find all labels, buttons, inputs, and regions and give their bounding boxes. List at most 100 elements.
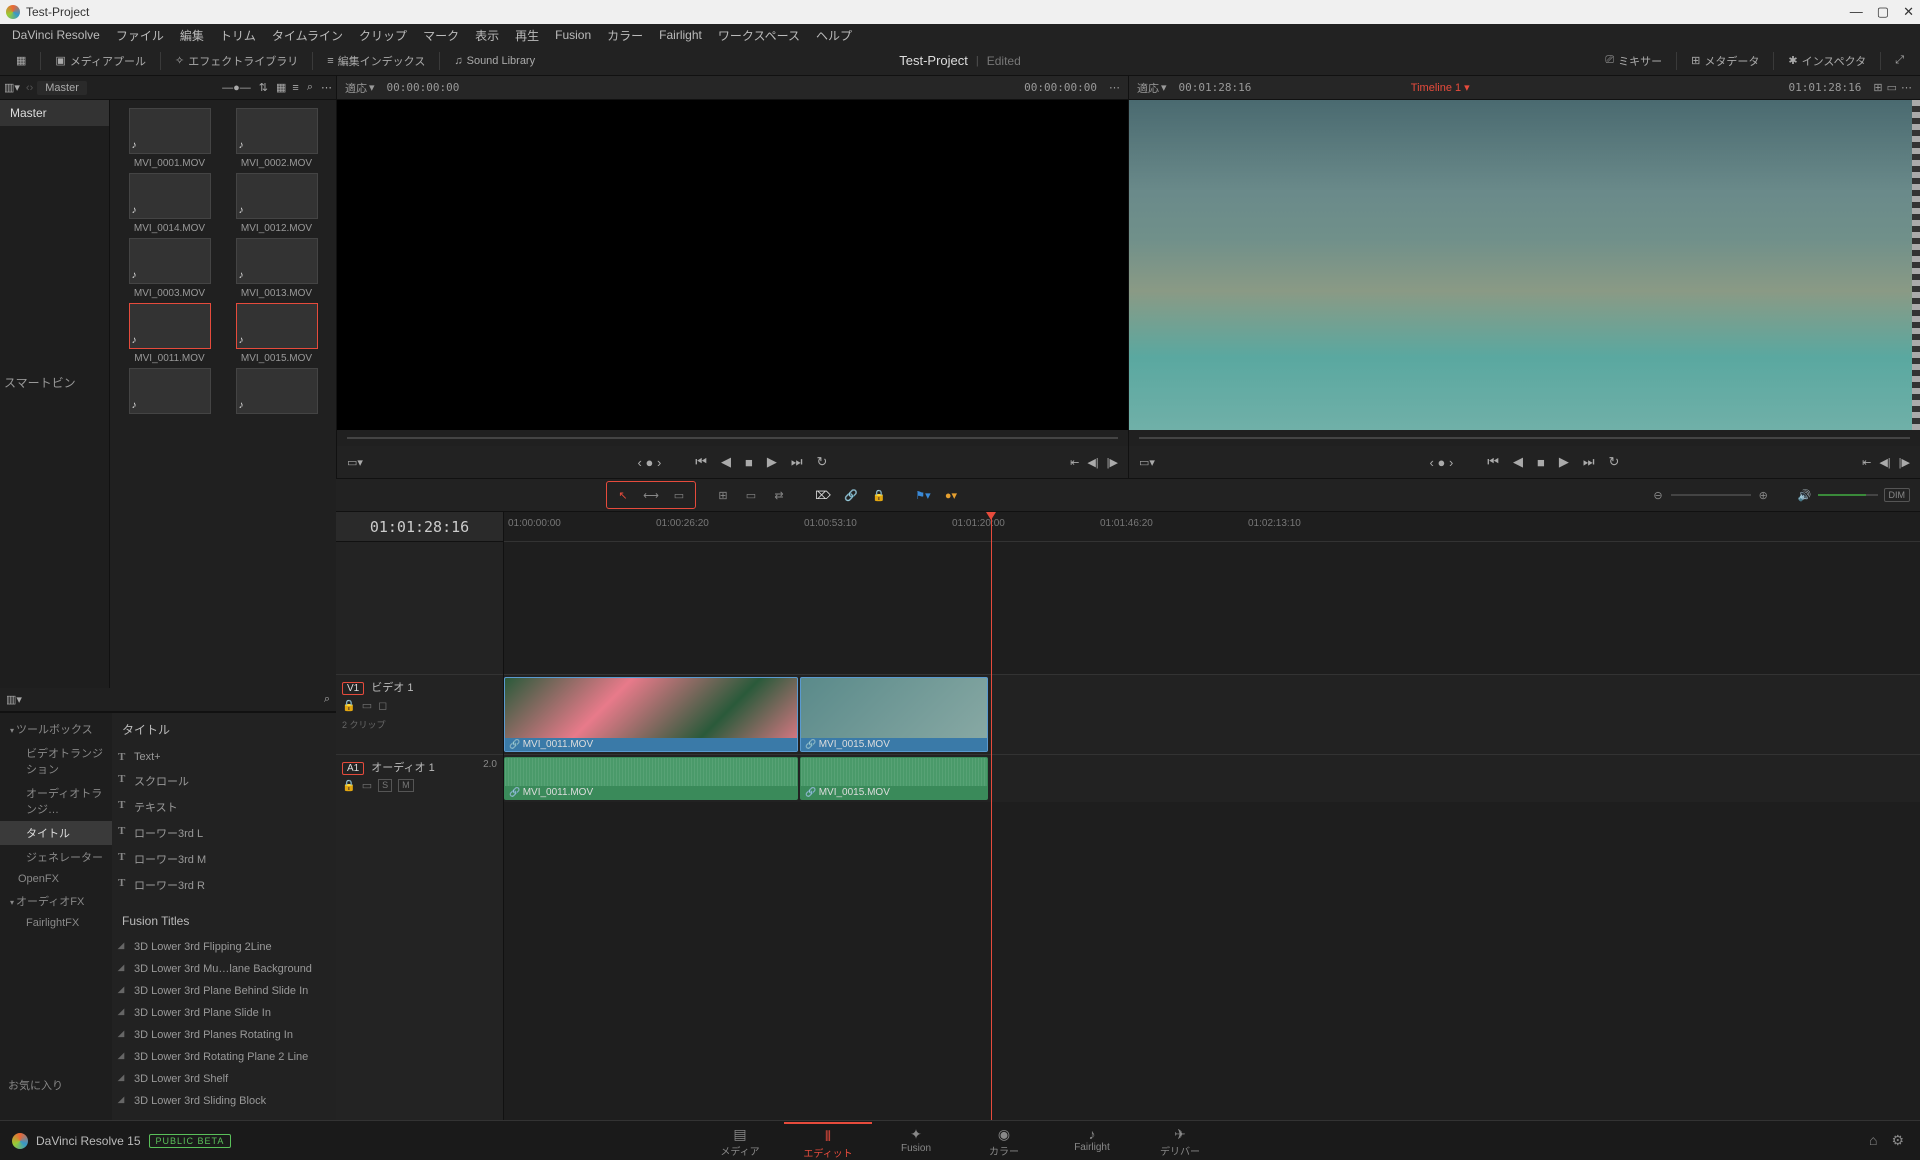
v1-track[interactable]: MVI_0011.MOVMVI_0015.MOV <box>504 674 1920 754</box>
menu-マーク[interactable]: マーク <box>417 25 465 46</box>
a1-track[interactable]: MVI_0011.MOVMVI_0015.MOV <box>504 754 1920 802</box>
timeline-ruler[interactable]: 01:00:00:0001:00:26:2001:00:53:1001:01:2… <box>504 512 1920 542</box>
efftree-toolbox[interactable]: ツールボックス <box>0 717 112 741</box>
clip-item[interactable]: ♪MVI_0001.MOV <box>118 108 221 169</box>
tl-scopes-icon[interactable]: ⊞ <box>1873 81 1882 94</box>
fusion-title-item[interactable]: 3D Lower 3rd Plane Behind Slide In <box>112 980 336 1002</box>
sort-icon[interactable]: ⇅ <box>259 81 268 94</box>
clip-item[interactable]: ♪MVI_0012.MOV <box>225 173 328 234</box>
clip-item[interactable]: ♪MVI_0002.MOV <box>225 108 328 169</box>
page-color[interactable]: ◉カラー <box>960 1122 1048 1160</box>
timeline-scrubber[interactable] <box>1129 430 1920 446</box>
zoom-out-icon[interactable]: ⊖ <box>1653 489 1662 502</box>
tl-stop-icon[interactable]: ■ <box>1537 455 1545 470</box>
video-clip[interactable]: MVI_0015.MOV <box>800 677 988 752</box>
source-screen[interactable] <box>337 100 1128 430</box>
list-view-icon[interactable]: ≡ <box>292 82 298 94</box>
tl-matchframe-icon[interactable]: ▭▾ <box>1139 456 1155 469</box>
bin-name[interactable]: Master <box>37 81 87 95</box>
blade-tool[interactable]: ▭ <box>665 484 693 506</box>
page-edit[interactable]: ⦀エディット <box>784 1122 872 1160</box>
src-fit[interactable]: 適応 <box>345 80 367 96</box>
audio-clip[interactable]: MVI_0015.MOV <box>800 757 988 800</box>
menu-ワークスペース[interactable]: ワークスペース <box>712 25 806 46</box>
selection-tool[interactable]: ↖ <box>609 484 637 506</box>
fusion-title-item[interactable]: 3D Lower 3rd Shelf <box>112 1068 336 1090</box>
clip-item[interactable]: ♪ <box>118 368 221 418</box>
expand-button[interactable]: ⤢ <box>1887 50 1912 71</box>
layout-button[interactable]: ▦ <box>8 50 34 71</box>
snap-icon[interactable]: ⌦ <box>809 484 837 506</box>
replace-icon[interactable]: ⇄ <box>765 484 793 506</box>
source-scrubber[interactable] <box>337 430 1128 446</box>
trim-tool[interactable]: ⟷ <box>637 484 665 506</box>
search-icon[interactable]: ⌕ <box>307 81 313 94</box>
effectlib-button[interactable]: ✧ エフェクトライブラリ <box>167 49 306 73</box>
fusion-title-item[interactable]: 3D Lower 3rd Flipping 2Line <box>112 936 336 958</box>
menu-タイムライン[interactable]: タイムライン <box>266 25 349 46</box>
insert-icon[interactable]: ⊞ <box>709 484 737 506</box>
menu-カラー[interactable]: カラー <box>601 25 649 46</box>
minimize-button[interactable]: — <box>1850 4 1863 20</box>
page-media[interactable]: ▤メディア <box>696 1122 784 1160</box>
marker-icon[interactable]: ●▾ <box>937 484 965 506</box>
src-prevmark-icon[interactable]: ◀| <box>1087 456 1098 469</box>
tl-full-icon[interactable]: ▭ <box>1887 81 1897 94</box>
a1-mute-icon[interactable]: M <box>398 779 414 792</box>
v1-header[interactable]: V1 ビデオ 1 🔒▭◻ 2 クリップ <box>336 674 503 754</box>
volume-slider[interactable] <box>1818 494 1878 496</box>
tl-jog[interactable]: ‹ ● › <box>1430 455 1454 470</box>
title-item[interactable]: テキスト <box>112 794 336 820</box>
page-deliver[interactable]: ✈デリバー <box>1136 1122 1224 1160</box>
menu-再生[interactable]: 再生 <box>509 25 545 46</box>
tl-play-icon[interactable]: ▶ <box>1559 454 1569 470</box>
a1-lock-icon[interactable]: 🔒 <box>342 779 356 792</box>
efftree-favorites[interactable]: お気に入り <box>0 1073 112 1097</box>
mixer-button[interactable]: ⎚ ミキサー <box>1597 49 1670 73</box>
settings-icon[interactable]: ⚙ <box>1891 1132 1904 1149</box>
zoom-in-icon[interactable]: ⊕ <box>1759 489 1768 502</box>
efftree-audiofx[interactable]: オーディオFX <box>0 889 112 913</box>
src-options-icon[interactable]: ⋯ <box>1109 81 1120 94</box>
menu-表示[interactable]: 表示 <box>469 25 505 46</box>
a1-header[interactable]: A1 オーディオ 1 2.0 🔒▭SM <box>336 754 503 802</box>
effects-panel-icon[interactable]: ▥▾ <box>6 693 22 706</box>
timecode-display[interactable]: 01:01:28:16 <box>336 512 503 542</box>
playhead[interactable] <box>991 512 992 1120</box>
tl-prev-icon[interactable]: ◀ <box>1513 454 1523 470</box>
video-clip[interactable]: MVI_0011.MOV <box>504 677 798 752</box>
timeline-screen[interactable] <box>1129 100 1920 430</box>
clip-item[interactable]: ♪MVI_0014.MOV <box>118 173 221 234</box>
efftree-video-trans[interactable]: ビデオトランジション <box>0 741 112 781</box>
src-next-icon[interactable]: ⏭ <box>791 454 803 470</box>
tl-first-icon[interactable]: ⏮ <box>1487 454 1499 470</box>
efftree-openfx[interactable]: OpenFX <box>0 869 112 889</box>
efftree-generator[interactable]: ジェネレーター <box>0 845 112 869</box>
soundlib-button[interactable]: ♫ Sound Library <box>446 51 543 71</box>
tree-master[interactable]: Master <box>0 100 109 126</box>
clip-item[interactable]: ♪MVI_0003.MOV <box>118 238 221 299</box>
flag-icon[interactable]: ⚑▾ <box>909 484 937 506</box>
menu-編集[interactable]: 編集 <box>174 25 210 46</box>
src-nextmark-icon[interactable]: |▶ <box>1107 456 1118 469</box>
zoom-slider[interactable] <box>1671 494 1751 496</box>
slider-icon[interactable]: —●— <box>222 82 251 94</box>
volume-icon[interactable]: 🔊 <box>1798 489 1812 502</box>
tree-smartbin[interactable]: スマートビン <box>0 366 109 399</box>
lock-icon[interactable]: 🔒 <box>865 484 893 506</box>
tl-in-icon[interactable]: ⇤ <box>1862 456 1871 469</box>
menu-ヘルプ[interactable]: ヘルプ <box>810 25 858 46</box>
menu-クリップ[interactable]: クリップ <box>353 25 413 46</box>
bin-view-icon[interactable]: ▥▾ <box>4 81 20 94</box>
inspector-button[interactable]: ✱ インスペクタ <box>1780 49 1874 73</box>
menu-トリム[interactable]: トリム <box>214 25 262 46</box>
clip-item[interactable]: ♪MVI_0013.MOV <box>225 238 328 299</box>
thumb-view-icon[interactable]: ▦ <box>276 81 286 94</box>
fusion-title-item[interactable]: 3D Lower 3rd Plane Slide In <box>112 1002 336 1024</box>
src-loop-icon[interactable]: ↻ <box>817 454 828 470</box>
clip-item[interactable]: ♪ <box>225 368 328 418</box>
tl-next-icon[interactable]: ⏭ <box>1583 454 1595 470</box>
fusion-title-item[interactable]: 3D Lower 3rd Planes Rotating In <box>112 1024 336 1046</box>
v1-disable-icon[interactable]: ◻ <box>378 699 387 712</box>
fusion-title-item[interactable]: 3D Lower 3rd Sliding Block <box>112 1090 336 1112</box>
